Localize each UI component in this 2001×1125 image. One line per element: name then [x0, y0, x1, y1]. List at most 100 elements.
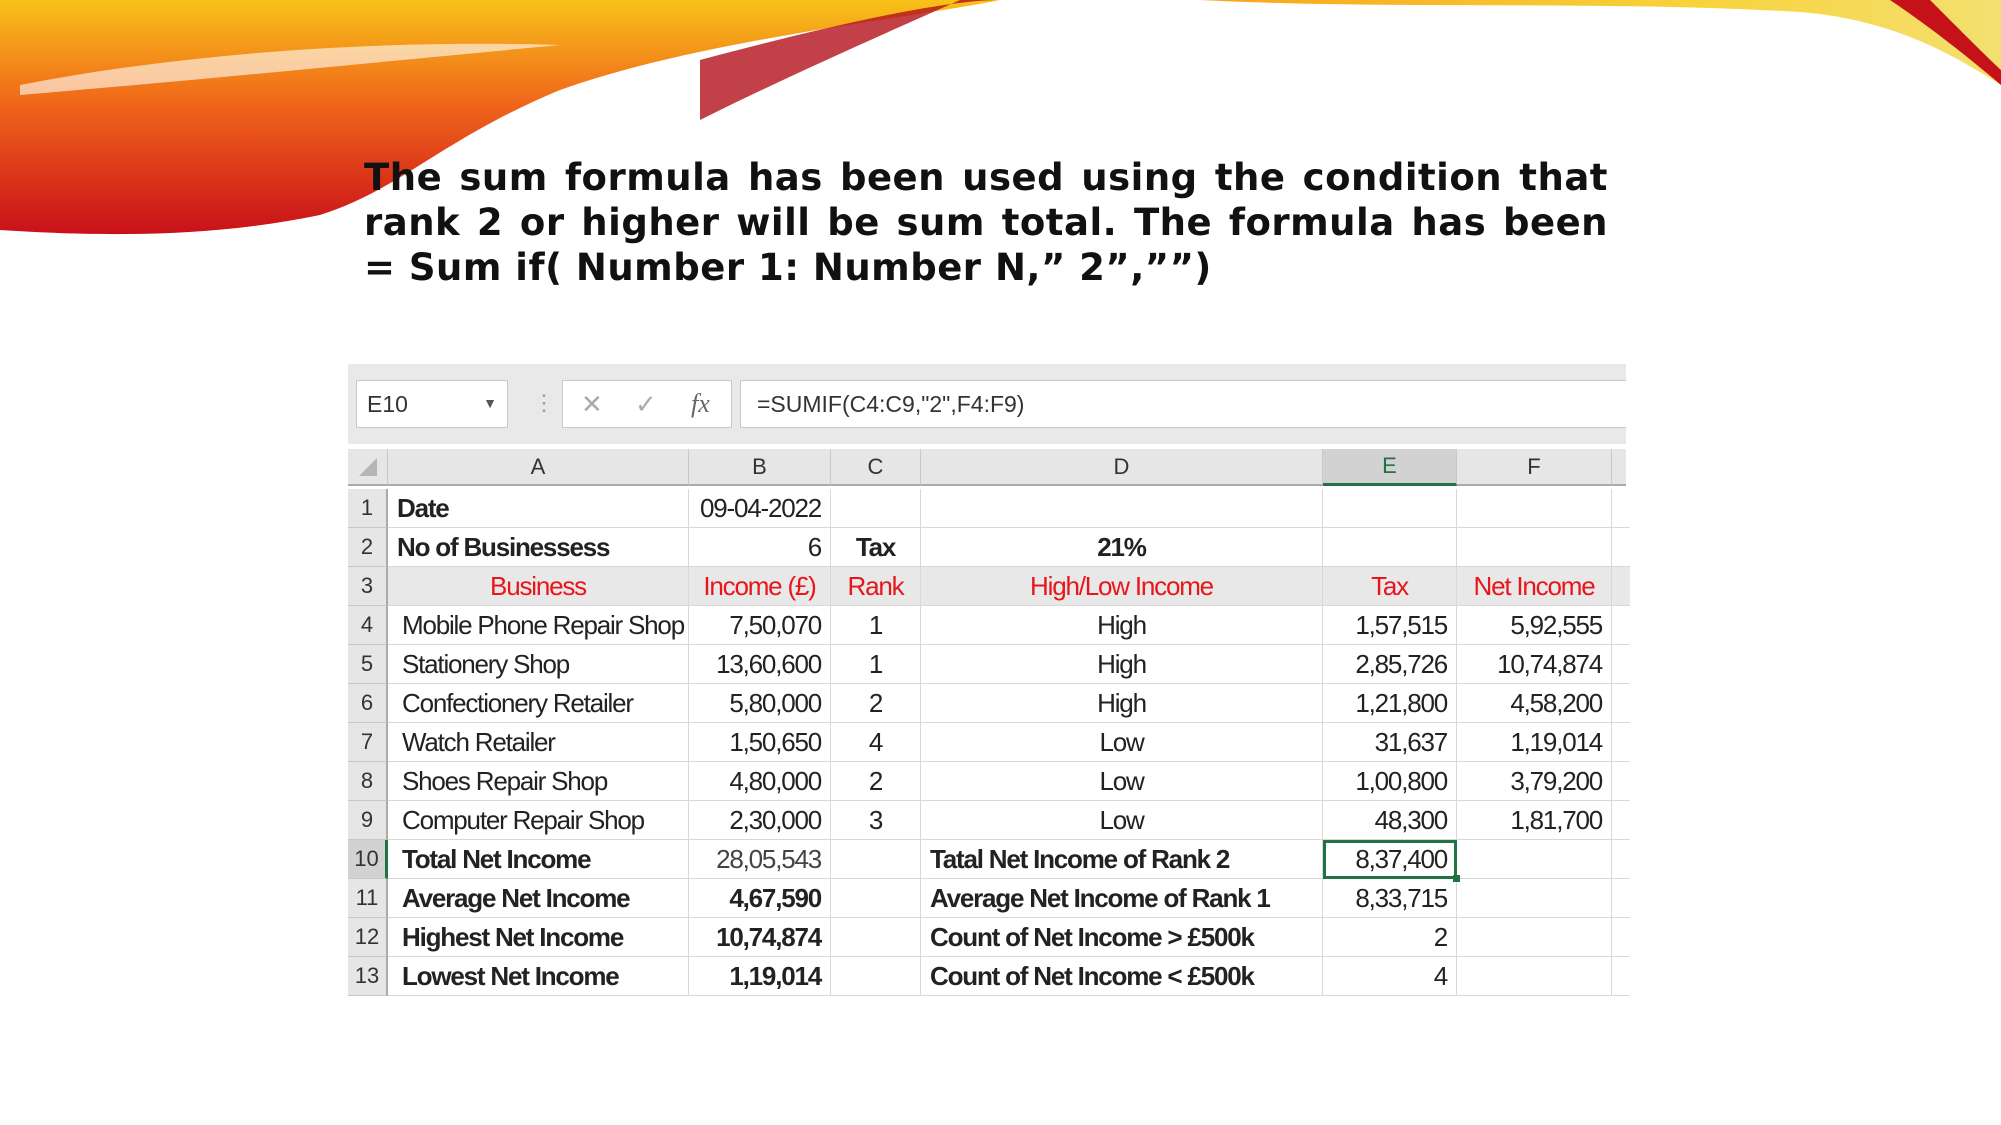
cell-f10[interactable] — [1457, 840, 1612, 879]
cell-b12[interactable]: 10,74,874 — [689, 918, 831, 957]
cell-e8[interactable]: 1,00,800 — [1323, 762, 1457, 801]
cell-e2[interactable] — [1323, 528, 1457, 567]
cell-g13[interactable] — [1612, 957, 1630, 996]
cell-d1[interactable] — [921, 489, 1323, 528]
cell-b2[interactable]: 6 — [689, 528, 831, 567]
cell-f4[interactable]: 5,92,555 — [1457, 606, 1612, 645]
cell-b6[interactable]: 5,80,000 — [689, 684, 831, 723]
row-header-9[interactable]: 9 — [348, 801, 388, 840]
cell-d8[interactable]: Low — [921, 762, 1323, 801]
formula-input[interactable]: =SUMIF(C4:C9,"2",F4:F9) — [740, 380, 1626, 428]
row-header-6[interactable]: 6 — [348, 684, 388, 723]
cell-a10[interactable]: Total Net Income — [388, 840, 689, 879]
cell-b13[interactable]: 1,19,014 — [689, 957, 831, 996]
cell-g8[interactable] — [1612, 762, 1630, 801]
cell-f13[interactable] — [1457, 957, 1612, 996]
cell-a3[interactable]: Business — [388, 567, 689, 606]
cell-d5[interactable]: High — [921, 645, 1323, 684]
column-header-a[interactable]: A — [388, 449, 689, 486]
cell-a8[interactable]: Shoes Repair Shop — [388, 762, 689, 801]
cell-d9[interactable]: Low — [921, 801, 1323, 840]
cell-a4[interactable]: Mobile Phone Repair Shop — [388, 606, 689, 645]
row-header-2[interactable]: 2 — [348, 528, 388, 567]
cell-a13[interactable]: Lowest Net Income — [388, 957, 689, 996]
cell-c11[interactable] — [831, 879, 921, 918]
cell-f2[interactable] — [1457, 528, 1612, 567]
insert-function-icon[interactable]: fx — [691, 389, 710, 419]
cell-b9[interactable]: 2,30,000 — [689, 801, 831, 840]
row-header-3[interactable]: 3 — [348, 567, 388, 606]
cell-g5[interactable] — [1612, 645, 1630, 684]
cell-f1[interactable] — [1457, 489, 1612, 528]
row-header-13[interactable]: 13 — [348, 957, 388, 996]
row-header-7[interactable]: 7 — [348, 723, 388, 762]
row-header-8[interactable]: 8 — [348, 762, 388, 801]
column-header-c[interactable]: C — [831, 449, 921, 486]
cell-c10[interactable] — [831, 840, 921, 879]
column-header-d[interactable]: D — [921, 449, 1323, 486]
cell-b7[interactable]: 1,50,650 — [689, 723, 831, 762]
cell-c13[interactable] — [831, 957, 921, 996]
cell-d6[interactable]: High — [921, 684, 1323, 723]
cell-c9[interactable]: 3 — [831, 801, 921, 840]
cell-c3[interactable]: Rank — [831, 567, 921, 606]
cell-g6[interactable] — [1612, 684, 1630, 723]
drag-handle-icon[interactable]: ⋮ — [533, 390, 555, 416]
row-header-4[interactable]: 4 — [348, 606, 388, 645]
cell-e9[interactable]: 48,300 — [1323, 801, 1457, 840]
cell-d13[interactable]: Count of Net Income < £500k — [921, 957, 1323, 996]
cell-a6[interactable]: Confectionery Retailer — [388, 684, 689, 723]
cell-d7[interactable]: Low — [921, 723, 1323, 762]
cell-g1[interactable] — [1612, 489, 1630, 528]
cell-f5[interactable]: 10,74,874 — [1457, 645, 1612, 684]
cell-c1[interactable] — [831, 489, 921, 528]
cell-e7[interactable]: 31,637 — [1323, 723, 1457, 762]
cell-e10[interactable]: 8,37,400 — [1323, 840, 1460, 882]
dropdown-arrow-icon[interactable]: ▼ — [483, 395, 497, 411]
cell-g11[interactable] — [1612, 879, 1630, 918]
cell-g9[interactable] — [1612, 801, 1630, 840]
cell-d3[interactable]: High/Low Income — [921, 567, 1323, 606]
cell-g4[interactable] — [1612, 606, 1630, 645]
cancel-icon[interactable]: ✕ — [581, 389, 603, 420]
cell-g2[interactable] — [1612, 528, 1630, 567]
cell-a5[interactable]: Stationery Shop — [388, 645, 689, 684]
cell-e6[interactable]: 1,21,800 — [1323, 684, 1457, 723]
cell-c8[interactable]: 2 — [831, 762, 921, 801]
cell-d11[interactable]: Average Net Income of Rank 1 — [921, 879, 1323, 918]
cell-a12[interactable]: Highest Net Income — [388, 918, 689, 957]
cell-g12[interactable] — [1612, 918, 1630, 957]
cell-a1[interactable]: Date — [388, 489, 689, 528]
cell-c12[interactable] — [831, 918, 921, 957]
column-header-e[interactable]: E — [1323, 449, 1457, 486]
cell-g10[interactable] — [1612, 840, 1630, 879]
cell-e11[interactable]: 8,33,715 — [1323, 879, 1457, 918]
cell-c6[interactable]: 2 — [831, 684, 921, 723]
cell-d4[interactable]: High — [921, 606, 1323, 645]
column-header-g[interactable] — [1612, 449, 1626, 486]
name-box[interactable]: E10 ▼ — [356, 380, 508, 428]
cell-f11[interactable] — [1457, 879, 1612, 918]
cell-e5[interactable]: 2,85,726 — [1323, 645, 1457, 684]
cell-e13[interactable]: 4 — [1323, 957, 1457, 996]
cell-b8[interactable]: 4,80,000 — [689, 762, 831, 801]
cell-f12[interactable] — [1457, 918, 1612, 957]
column-header-f[interactable]: F — [1457, 449, 1612, 486]
cell-f3[interactable]: Net Income — [1457, 567, 1612, 606]
cell-c7[interactable]: 4 — [831, 723, 921, 762]
cell-c2[interactable]: Tax — [831, 528, 921, 567]
cell-d10[interactable]: Tatal Net Income of Rank 2 — [921, 840, 1323, 879]
cell-g7[interactable] — [1612, 723, 1630, 762]
row-header-1[interactable]: 1 — [348, 489, 388, 528]
cell-b10[interactable]: 28,05,543 — [689, 840, 831, 879]
cell-b1[interactable]: 09-04-2022 — [689, 489, 831, 528]
cell-f8[interactable]: 3,79,200 — [1457, 762, 1612, 801]
row-header-11[interactable]: 11 — [348, 879, 388, 918]
column-header-b[interactable]: B — [689, 449, 831, 486]
cell-b5[interactable]: 13,60,600 — [689, 645, 831, 684]
select-all-corner[interactable] — [348, 449, 388, 486]
row-header-12[interactable]: 12 — [348, 918, 388, 957]
cell-f9[interactable]: 1,81,700 — [1457, 801, 1612, 840]
cell-b4[interactable]: 7,50,070 — [689, 606, 831, 645]
cell-e12[interactable]: 2 — [1323, 918, 1457, 957]
